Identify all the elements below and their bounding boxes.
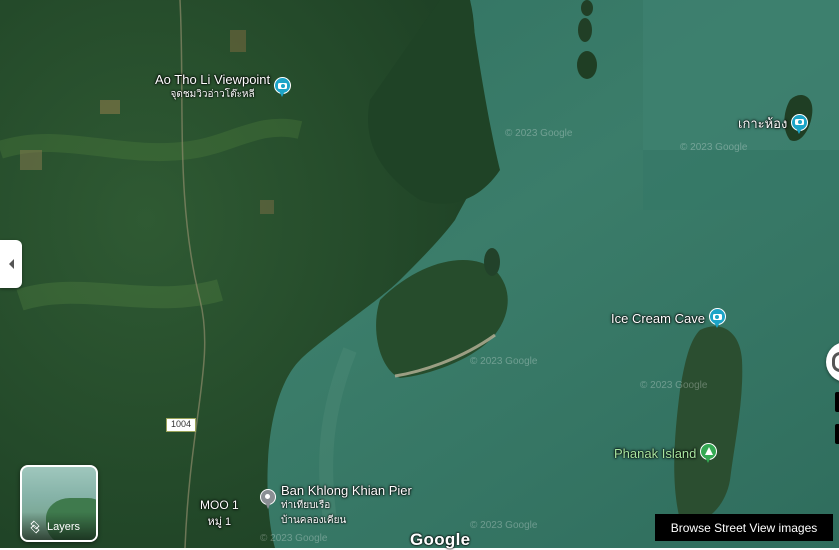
road-shield: 1004 (166, 418, 196, 432)
map-watermark: © 2023 Google (640, 380, 708, 391)
place-ice-cream-cave[interactable]: Ice Cream Cave (611, 308, 726, 328)
map-watermark: © 2023 Google (260, 533, 328, 544)
place-label: Ice Cream Cave (611, 310, 705, 326)
camera-icon[interactable] (274, 77, 292, 97)
place-label-local: หมู่ 1 (207, 516, 232, 528)
satellite-imagery (0, 0, 839, 548)
place-label: MOO 1 (200, 498, 239, 512)
place-ko-hong[interactable]: เกาะห้อง (738, 113, 809, 134)
place-label: Ao Tho Li Viewpoint (155, 72, 271, 87)
zoom-in-button[interactable] (835, 392, 839, 412)
camera-icon[interactable] (791, 113, 809, 134)
place-phanak-island[interactable]: Phanak Island (614, 443, 718, 463)
place-ban-khlong-khian-pier[interactable]: Ban Khlong Khian Pier ท่าเทียบเรือ บ้านค… (260, 483, 412, 528)
map-watermark: © 2023 Google (470, 356, 538, 367)
place-label: Phanak Island (614, 445, 697, 461)
layers-button[interactable]: Layers (20, 465, 98, 542)
map-watermark: © 2023 Google (680, 142, 748, 153)
browse-street-view-button[interactable]: Browse Street View images (655, 514, 833, 541)
zoom-out-button[interactable] (835, 424, 839, 444)
tree-icon[interactable] (700, 443, 718, 463)
place-label: Ban Khlong Khian Pier (281, 483, 412, 498)
place-ao-tho-li-viewpoint[interactable]: Ao Tho Li Viewpoint จุดชมวิวอ่าวโต๊ะหลี (155, 72, 292, 102)
place-icon[interactable] (260, 489, 277, 509)
place-moo-1[interactable]: MOO 1 หมู่ 1 (200, 498, 239, 530)
satellite-map[interactable]: © 2023 Google © 2023 Google © 2023 Googl… (0, 0, 839, 548)
place-label-local-2: บ้านคลองเคียน (281, 515, 347, 526)
layers-label: Layers (47, 521, 81, 533)
map-watermark: © 2023 Google (505, 128, 573, 139)
camera-icon[interactable] (708, 308, 726, 328)
google-logo: Google (410, 530, 471, 549)
place-label-local: จุดชมวิวอ่าวโต๊ะหลี (170, 89, 255, 100)
map-watermark: © 2023 Google (470, 520, 538, 531)
place-label-local-1: ท่าเทียบเรือ (281, 500, 331, 511)
place-label: เกาะห้อง (738, 116, 788, 131)
layers-icon (30, 520, 42, 534)
collapse-side-panel-button[interactable] (0, 240, 22, 288)
chevron-left-icon (8, 259, 14, 269)
